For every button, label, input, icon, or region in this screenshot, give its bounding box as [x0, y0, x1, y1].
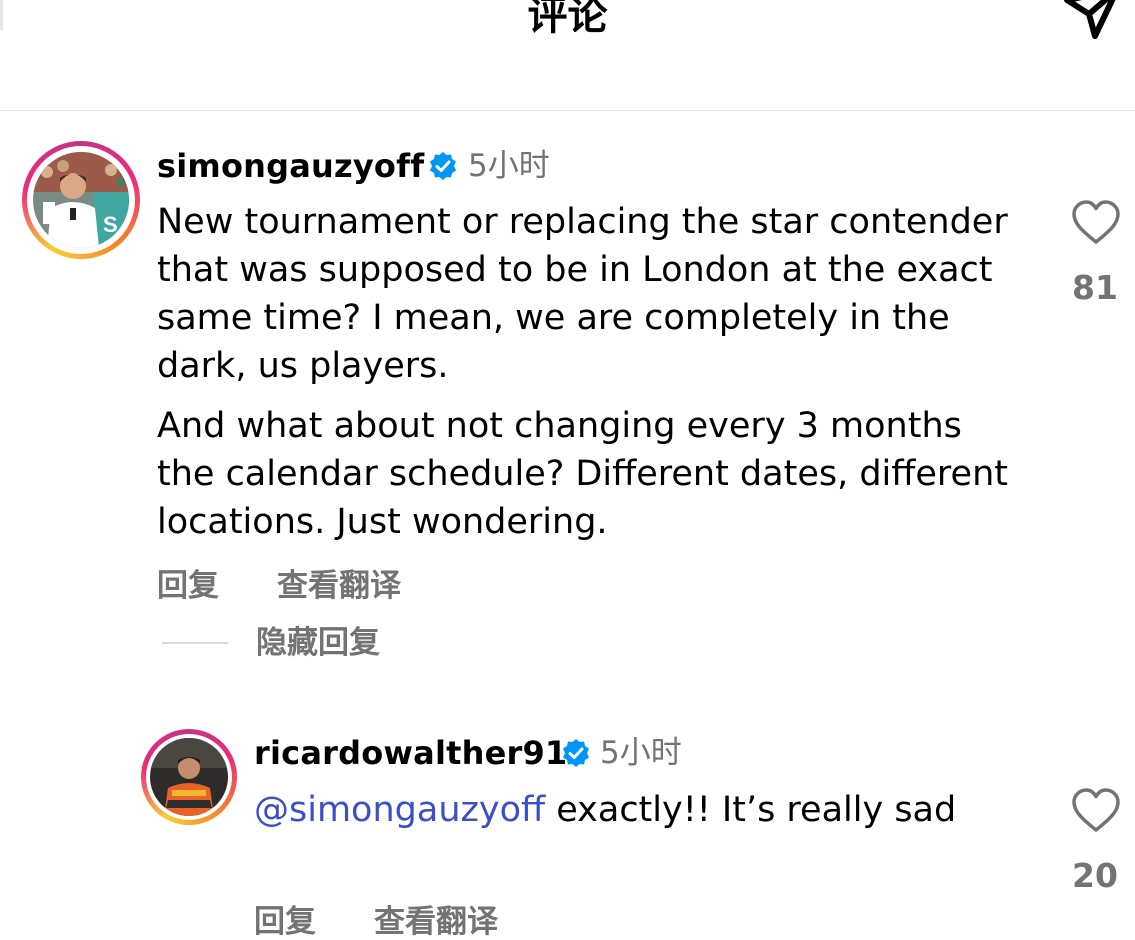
avatar[interactable]: S	[22, 141, 140, 259]
see-translation-button[interactable]: 查看翻译	[374, 902, 498, 940]
like-count: 20	[1072, 856, 1118, 895]
comment-text: New tournament or replacing the star con…	[157, 198, 1017, 546]
verified-badge-icon	[430, 152, 456, 180]
heart-icon[interactable]	[1071, 788, 1121, 834]
svg-text:S: S	[103, 212, 118, 237]
comment-paragraph: And what about not changing every 3 mont…	[157, 406, 1008, 542]
share-icon[interactable]	[1055, 0, 1125, 48]
comment-paragraph: New tournament or replacing the star con…	[157, 202, 1008, 386]
avatar[interactable]	[141, 729, 237, 825]
comment-username[interactable]: ricardowalther91	[254, 733, 567, 773]
heart-icon[interactable]	[1071, 200, 1121, 246]
comment-time: 5小时	[468, 148, 550, 184]
like-count: 81	[1072, 268, 1118, 307]
reply-button[interactable]: 回复	[157, 566, 219, 606]
comment-username[interactable]: simongauzyoff	[157, 146, 424, 186]
reply-button[interactable]: 回复	[254, 902, 316, 940]
comments-header: 评论	[0, 0, 1135, 111]
replies-divider	[162, 642, 228, 644]
hide-replies-button[interactable]: 隐藏回复	[256, 623, 380, 663]
verified-badge-icon	[563, 739, 589, 767]
avatar-photo: S	[33, 152, 129, 248]
mention-link[interactable]: @simongauzyoff	[254, 790, 545, 830]
see-translation-button[interactable]: 查看翻译	[277, 566, 401, 606]
comment-text-body: exactly!! It’s really sad	[545, 790, 957, 830]
avatar-photo	[150, 738, 228, 816]
comments-screen: 评论 S simongauzyoff 5小时 New tournament or…	[0, 0, 1135, 940]
comment-text: @simongauzyoff exactly!! It’s really sad	[254, 786, 974, 834]
comment-time: 5小时	[600, 735, 682, 771]
page-title: 评论	[527, 0, 608, 39]
